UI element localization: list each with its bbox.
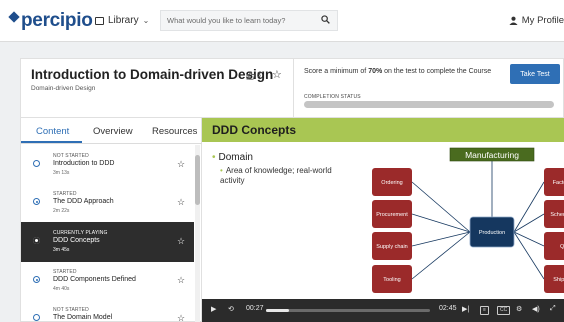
connector-line xyxy=(513,181,545,233)
tab-resources[interactable]: Resources xyxy=(152,126,197,137)
list-item[interactable]: NOT STARTED The Domain Model ☆ xyxy=(21,299,194,322)
course-info-card: Introduction to Domain-driven Design Dom… xyxy=(20,58,294,118)
item-title: DDD Components Defined xyxy=(53,276,136,283)
elapsed-time: 00:27 xyxy=(246,305,264,312)
next-icon[interactable]: ▶| xyxy=(462,305,469,313)
tab-content[interactable]: Content xyxy=(36,126,69,137)
star-icon[interactable]: ☆ xyxy=(177,236,185,247)
library-menu[interactable]: Library ⌄ xyxy=(95,15,149,26)
tab-overview[interactable]: Overview xyxy=(93,126,133,137)
diagram-node-label: Shipping xyxy=(553,277,564,283)
chevron-down-icon: ⌄ xyxy=(142,16,150,25)
item-status: STARTED xyxy=(53,269,77,275)
remaining-time: 02:45 xyxy=(439,305,457,312)
diagram-node-label: QA xyxy=(560,244,564,250)
diagram-header-text: Manufacturing xyxy=(465,150,519,160)
diagram-node-label: Supply chain xyxy=(376,244,408,250)
item-title: The Domain Model xyxy=(53,314,113,321)
item-title: The DDD Approach xyxy=(53,198,114,205)
item-duration: 3m 13s xyxy=(53,170,70,176)
test-requirement: Score a minimum of 70% on the test to co… xyxy=(304,68,492,75)
logo-text: percipio xyxy=(21,10,93,31)
profile-menu[interactable]: My Profile xyxy=(509,15,564,26)
percipio-logo[interactable]: percipio xyxy=(8,10,93,32)
diagram-node-label: Factories xyxy=(553,180,564,186)
test-percent: 70% xyxy=(368,68,383,75)
completion-status-label: COMPLETION STATUS xyxy=(304,94,361,100)
item-duration: 4m 40s xyxy=(53,286,70,292)
take-test-button[interactable]: Take Test xyxy=(510,64,560,84)
player-controls: ▶ ⟲ 00:27 02:45 ▶| ≡ CC ⚙ ◀) ⤢ xyxy=(202,299,564,322)
started-icon xyxy=(33,276,40,283)
fullscreen-icon[interactable]: ⤢ xyxy=(550,305,556,313)
item-status: NOT STARTED xyxy=(53,153,89,159)
started-icon xyxy=(33,198,40,205)
profile-label: My Profile xyxy=(521,15,564,26)
closed-captions-button[interactable]: CC xyxy=(497,306,511,315)
scrollbar-thumb[interactable] xyxy=(195,155,200,205)
logo-mark-icon xyxy=(8,11,20,23)
seek-bar-fill xyxy=(266,309,289,312)
star-icon[interactable]: ☆ xyxy=(177,313,185,322)
sidebar-scrollbar[interactable] xyxy=(195,145,200,322)
library-icon xyxy=(95,16,104,25)
test-card: Score a minimum of 70% on the test to co… xyxy=(294,58,564,118)
list-item[interactable]: NOT STARTED Introduction to DDD 3m 13s ☆ xyxy=(21,145,194,185)
diagram-node-label: Scheduling xyxy=(550,212,564,218)
settings-gear-icon[interactable]: ⚙ xyxy=(516,305,522,313)
connector-line xyxy=(411,181,471,233)
top-bar: percipio Library ⌄ My Profile xyxy=(0,0,564,42)
item-duration: 2m 22s xyxy=(53,208,70,214)
star-icon[interactable]: ☆ xyxy=(177,197,185,208)
thumbs-up-icon xyxy=(246,71,255,80)
search-icon[interactable] xyxy=(321,15,330,24)
transcript-icon[interactable]: ≡ xyxy=(480,306,489,315)
item-status: STARTED xyxy=(53,191,77,197)
completion-progress-bar xyxy=(304,101,554,108)
sidebar-tabs: Content Overview Resources xyxy=(21,118,203,144)
course-sidebar: Content Overview Resources NOT STARTED I… xyxy=(20,118,203,322)
like-count: 3 xyxy=(257,72,261,79)
list-item[interactable]: STARTED DDD Components Defined 4m 40s ☆ xyxy=(21,261,194,301)
course-subtitle: Domain-driven Design xyxy=(31,85,96,92)
diagram-node-label: Ordering xyxy=(381,180,402,186)
course-title: Introduction to Domain-driven Design xyxy=(31,67,274,82)
replay-icon[interactable]: ⟲ xyxy=(228,305,234,313)
play-icon[interactable]: ▶ xyxy=(211,305,216,313)
list-item-current[interactable]: CURRENTLY PLAYING DDD Concepts 3m 45s ☆ xyxy=(21,222,194,262)
domain-diagram: Manufacturing Production Ordering Procureme… xyxy=(372,147,564,293)
bookmark-star-icon[interactable]: ☆ xyxy=(272,68,282,81)
active-tab-indicator xyxy=(21,141,82,143)
star-icon[interactable]: ☆ xyxy=(177,275,185,286)
diagram-node-label: Tooling xyxy=(383,277,400,283)
item-duration: 3m 45s xyxy=(53,247,70,253)
user-icon xyxy=(509,16,518,25)
video-player[interactable]: DDD Concepts • Domain • Area of knowledge;… xyxy=(202,118,564,322)
connector-line xyxy=(513,213,545,233)
item-title: Introduction to DDD xyxy=(53,160,115,167)
playing-icon xyxy=(33,237,40,244)
volume-icon[interactable]: ◀) xyxy=(532,305,540,313)
list-item[interactable]: STARTED The DDD Approach 2m 22s ☆ xyxy=(21,183,194,223)
library-label: Library xyxy=(108,15,139,26)
star-icon[interactable]: ☆ xyxy=(177,159,185,170)
item-status: NOT STARTED xyxy=(53,307,89,313)
diagram-center-text: Production xyxy=(479,230,505,236)
not-started-icon xyxy=(33,314,40,321)
item-status: CURRENTLY PLAYING xyxy=(53,230,108,236)
connector-line xyxy=(411,213,471,233)
search-box xyxy=(160,10,338,31)
diagram-node-label: Procurement xyxy=(376,212,408,218)
item-title: DDD Concepts xyxy=(53,237,100,244)
search-input[interactable] xyxy=(167,11,317,30)
like-button[interactable]: 3 xyxy=(246,71,261,80)
not-started-icon xyxy=(33,160,40,167)
seek-bar[interactable] xyxy=(266,309,430,312)
